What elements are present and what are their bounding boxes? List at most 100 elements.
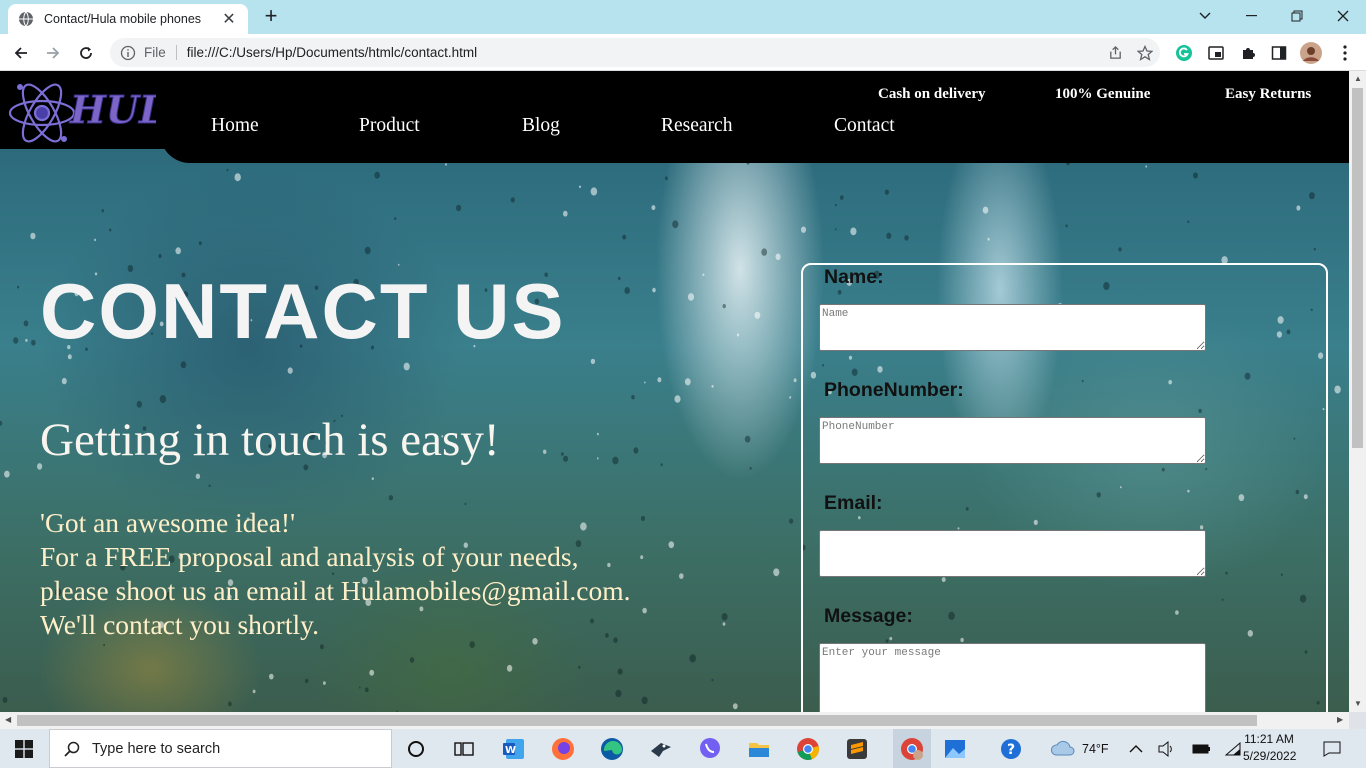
rain-drop bbox=[252, 689, 256, 694]
intro-line: We'll contact you shortly. bbox=[40, 609, 319, 640]
contact-intro-text: 'Got an awesome idea!' For a FREE propos… bbox=[40, 506, 740, 642]
rain-drop bbox=[23, 320, 29, 327]
getting-in-touch-subheading: Getting in touch is easy! bbox=[40, 414, 500, 466]
battery-icon[interactable] bbox=[1192, 729, 1212, 768]
address-bar[interactable]: File file:///C:/Users/Hp/Documents/htmlc… bbox=[110, 38, 1160, 67]
side-panel-icon[interactable] bbox=[1268, 42, 1290, 64]
chrome-icon[interactable] bbox=[794, 735, 822, 763]
system-clock[interactable]: 11:21 AM 5/29/2022 bbox=[1243, 731, 1297, 765]
nav-product[interactable]: Product bbox=[359, 115, 420, 137]
firefox-icon[interactable] bbox=[549, 735, 577, 763]
globe-icon bbox=[19, 11, 33, 27]
rain-drop bbox=[722, 304, 726, 309]
media-icon[interactable] bbox=[1205, 42, 1227, 64]
rain-drop bbox=[754, 311, 761, 319]
cash-on-delivery-text: Cash on delivery bbox=[878, 86, 986, 102]
new-tab-button[interactable]: + bbox=[258, 4, 284, 30]
hula-logo[interactable]: HULA bbox=[6, 73, 156, 149]
vertical-scroll-thumb[interactable] bbox=[1352, 88, 1363, 448]
rain-drop bbox=[578, 185, 582, 189]
scroll-down-icon[interactable]: ▼ bbox=[1354, 699, 1362, 708]
task-view-icon[interactable] bbox=[450, 735, 478, 763]
rain-drop bbox=[445, 163, 447, 166]
phone-field[interactable] bbox=[819, 417, 1206, 464]
rain-drop bbox=[371, 477, 374, 480]
photos-icon[interactable] bbox=[941, 735, 969, 763]
logo-wordmark: HULA bbox=[69, 87, 156, 132]
rain-drop bbox=[198, 241, 202, 246]
bird-app-icon[interactable] bbox=[647, 735, 675, 763]
genuine-text: 100% Genuine bbox=[1055, 86, 1151, 102]
rain-drop bbox=[793, 378, 797, 383]
rain-drop bbox=[305, 678, 309, 684]
wifi-icon[interactable] bbox=[1225, 729, 1241, 768]
windows-start-icon[interactable] bbox=[10, 735, 38, 763]
intro-line: For a FREE proposal and analysis of your… bbox=[40, 541, 579, 572]
help-icon[interactable]: ? bbox=[997, 735, 1025, 763]
browser-toolbar: File file:///C:/Users/Hp/Documents/htmlc… bbox=[0, 34, 1366, 71]
info-icon[interactable] bbox=[120, 45, 136, 61]
nav-contact[interactable]: Contact bbox=[834, 115, 895, 137]
rain-drop bbox=[596, 432, 599, 436]
rain-drop bbox=[359, 686, 361, 689]
scroll-up-icon[interactable]: ▲ bbox=[1354, 74, 1362, 83]
extensions-puzzle-icon[interactable] bbox=[1237, 42, 1259, 64]
back-arrow-icon[interactable] bbox=[8, 40, 34, 66]
nav-home[interactable]: Home bbox=[211, 115, 259, 137]
grammarly-icon[interactable] bbox=[1173, 42, 1195, 64]
clock-date: 5/29/2022 bbox=[1243, 749, 1297, 763]
rain-drop bbox=[622, 234, 627, 240]
chrome-profile-icon[interactable] bbox=[893, 729, 931, 768]
horizontal-scroll-thumb[interactable] bbox=[17, 715, 1257, 726]
rain-drop bbox=[101, 209, 105, 213]
close-window-icon[interactable] bbox=[1320, 0, 1366, 32]
rain-drop bbox=[469, 641, 475, 648]
rain-drop bbox=[369, 669, 375, 676]
message-field[interactable] bbox=[819, 643, 1206, 712]
rain-drop bbox=[180, 361, 187, 369]
nav-blog[interactable]: Blog bbox=[522, 115, 560, 137]
cloud-icon bbox=[1050, 740, 1075, 755]
word-icon[interactable]: W bbox=[500, 735, 528, 763]
rain-drop bbox=[641, 696, 648, 705]
bookmark-star-icon[interactable] bbox=[1130, 44, 1160, 61]
tab-search-icon[interactable] bbox=[1182, 0, 1228, 32]
weather-temp: 74°F bbox=[1082, 741, 1109, 756]
web-page: HULA Cash on delivery 100% Genuine Easy … bbox=[0, 71, 1349, 712]
taskbar-search-box[interactable]: Type here to search bbox=[49, 729, 392, 768]
name-field[interactable] bbox=[819, 304, 1206, 351]
rain-drop bbox=[269, 673, 274, 680]
profile-avatar[interactable] bbox=[1300, 42, 1322, 64]
rain-drop bbox=[456, 204, 462, 212]
rain-drop bbox=[30, 232, 36, 240]
viber-icon[interactable] bbox=[696, 735, 724, 763]
chevron-up-icon[interactable] bbox=[1129, 729, 1143, 768]
browser-tab[interactable]: Contact/Hula mobile phones ✕ bbox=[8, 4, 248, 34]
rain-drop bbox=[612, 456, 619, 465]
rain-drop bbox=[464, 502, 467, 506]
sublime-text-icon[interactable] bbox=[843, 735, 871, 763]
edge-icon[interactable] bbox=[598, 735, 626, 763]
rain-drop bbox=[374, 171, 381, 179]
close-tab-icon[interactable]: ✕ bbox=[220, 9, 238, 29]
scroll-left-icon[interactable]: ◀ bbox=[5, 715, 11, 724]
menu-kebab-icon[interactable] bbox=[1334, 42, 1356, 64]
scroll-right-icon[interactable]: ▶ bbox=[1337, 715, 1343, 724]
file-explorer-icon[interactable] bbox=[745, 735, 773, 763]
restore-icon[interactable] bbox=[1274, 0, 1320, 32]
url-text[interactable]: file:///C:/Users/Hp/Documents/htmlc/cont… bbox=[187, 45, 1100, 60]
volume-icon[interactable] bbox=[1158, 729, 1176, 768]
share-icon[interactable] bbox=[1100, 45, 1130, 60]
rain-drop bbox=[2, 696, 8, 703]
rain-drop bbox=[674, 395, 681, 403]
notifications-icon[interactable] bbox=[1323, 729, 1341, 768]
rain-drop bbox=[31, 339, 36, 346]
nav-research[interactable]: Research bbox=[661, 115, 732, 137]
weather-widget[interactable]: 74°F bbox=[1050, 729, 1109, 768]
cortana-icon[interactable] bbox=[402, 735, 430, 763]
email-field[interactable] bbox=[819, 530, 1206, 577]
forward-arrow-icon[interactable] bbox=[40, 40, 66, 66]
minimize-icon[interactable] bbox=[1228, 0, 1274, 32]
reload-icon[interactable] bbox=[73, 40, 99, 66]
rain-drop bbox=[323, 681, 326, 685]
